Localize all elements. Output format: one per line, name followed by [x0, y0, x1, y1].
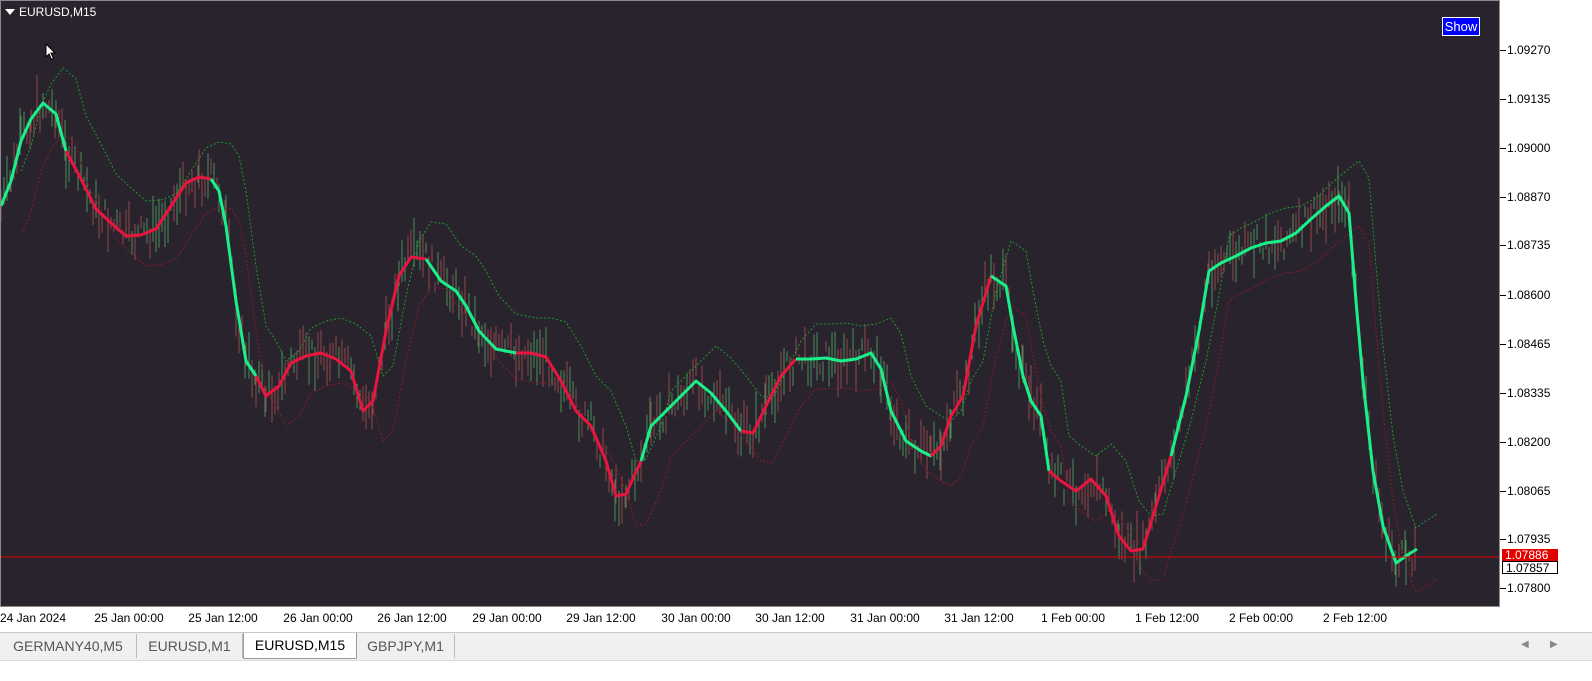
tab-eurusd-m15[interactable]: EURUSD,M15	[243, 633, 357, 659]
price-tick	[1500, 50, 1506, 51]
price-tick	[1500, 245, 1506, 246]
chart-window[interactable]: EURUSD,M15 Show 1.09270 1.09135 1.09000 1.0…	[0, 0, 1568, 632]
time-axis[interactable]: 24 Jan 2024 25 Jan 00:00 25 Jan 12:00 26 Ja…	[0, 607, 1500, 632]
upper-band-line	[20, 67, 1438, 529]
chart-title[interactable]: EURUSD,M15	[5, 5, 96, 19]
time-label: 30 Jan 00:00	[661, 611, 731, 625]
chart-canvas[interactable]	[1, 1, 1500, 607]
scroll-right-icon[interactable]: ▶	[1550, 639, 1558, 650]
price-tick	[1500, 344, 1506, 345]
tab-germany40-m5[interactable]: GERMANY40,M5	[0, 634, 137, 658]
tab-gbpjpy-m1[interactable]: GBPJPY,M1	[357, 634, 455, 658]
price-tick	[1500, 99, 1506, 100]
price-tick	[1500, 539, 1506, 540]
horizontal-scrollbar[interactable]	[0, 660, 1592, 681]
ask-price-label: 1.07857	[1502, 561, 1558, 575]
price-tick	[1500, 588, 1506, 589]
vertical-scrollbar[interactable]	[1568, 0, 1592, 632]
price-tick	[1500, 148, 1506, 149]
trend-line-group	[1, 101, 1418, 565]
price-label: 1.08065	[1507, 484, 1551, 498]
price-label: 1.08735	[1507, 238, 1551, 252]
price-label: 1.08870	[1507, 190, 1551, 204]
candles-group	[1, 74, 1416, 587]
time-label: 29 Jan 12:00	[566, 611, 636, 625]
tab-eurusd-m1[interactable]: EURUSD,M1	[137, 634, 243, 658]
trend-line-segment	[990, 274, 1051, 472]
price-label: 1.09135	[1507, 92, 1551, 106]
time-label: 31 Jan 00:00	[850, 611, 920, 625]
price-axis[interactable]: 1.09270 1.09135 1.09000 1.08870 1.08735 1.086…	[1500, 0, 1568, 607]
price-tick	[1500, 442, 1506, 443]
bands-group	[20, 67, 1438, 594]
time-label: 31 Jan 12:00	[944, 611, 1014, 625]
mouse-pointer-icon	[45, 43, 57, 61]
price-tick	[1500, 197, 1506, 198]
time-label: 1 Feb 00:00	[1040, 611, 1106, 625]
lower-band-line	[20, 132, 1438, 594]
time-label: 26 Jan 00:00	[283, 611, 353, 625]
time-label: 26 Jan 12:00	[377, 611, 447, 625]
price-label: 1.08335	[1507, 386, 1551, 400]
trend-line-segment	[929, 275, 993, 458]
time-label: 25 Jan 00:00	[94, 611, 164, 625]
time-label: 29 Jan 00:00	[472, 611, 542, 625]
symbol-title: EURUSD,M15	[19, 5, 97, 19]
price-label: 1.09270	[1507, 43, 1551, 57]
time-label: 2 Feb 12:00	[1322, 611, 1388, 625]
time-label: 30 Jan 12:00	[755, 611, 825, 625]
price-label: 1.08600	[1507, 288, 1551, 302]
show-button[interactable]: Show	[1442, 17, 1480, 36]
price-tick	[1500, 491, 1506, 492]
scroll-left-icon[interactable]: ◀	[1521, 639, 1529, 650]
price-tick	[1500, 393, 1506, 394]
price-label: 1.08200	[1507, 435, 1551, 449]
price-label: 1.07935	[1507, 532, 1551, 546]
price-label: 1.07800	[1507, 581, 1551, 595]
price-label: 1.08465	[1507, 337, 1551, 351]
price-tick	[1500, 295, 1506, 296]
price-label: 1.09000	[1507, 141, 1551, 155]
time-label: 25 Jan 12:00	[188, 611, 258, 625]
time-label: 2 Feb 00:00	[1228, 611, 1294, 625]
time-label: 1 Feb 12:00	[1134, 611, 1200, 625]
trend-line-segment	[796, 351, 932, 458]
time-label: 24 Jan 2024	[0, 611, 67, 625]
price-chart[interactable]: EURUSD,M15 Show	[0, 0, 1500, 607]
trend-line-segment	[740, 358, 798, 435]
triangle-down-icon[interactable]	[5, 9, 15, 15]
